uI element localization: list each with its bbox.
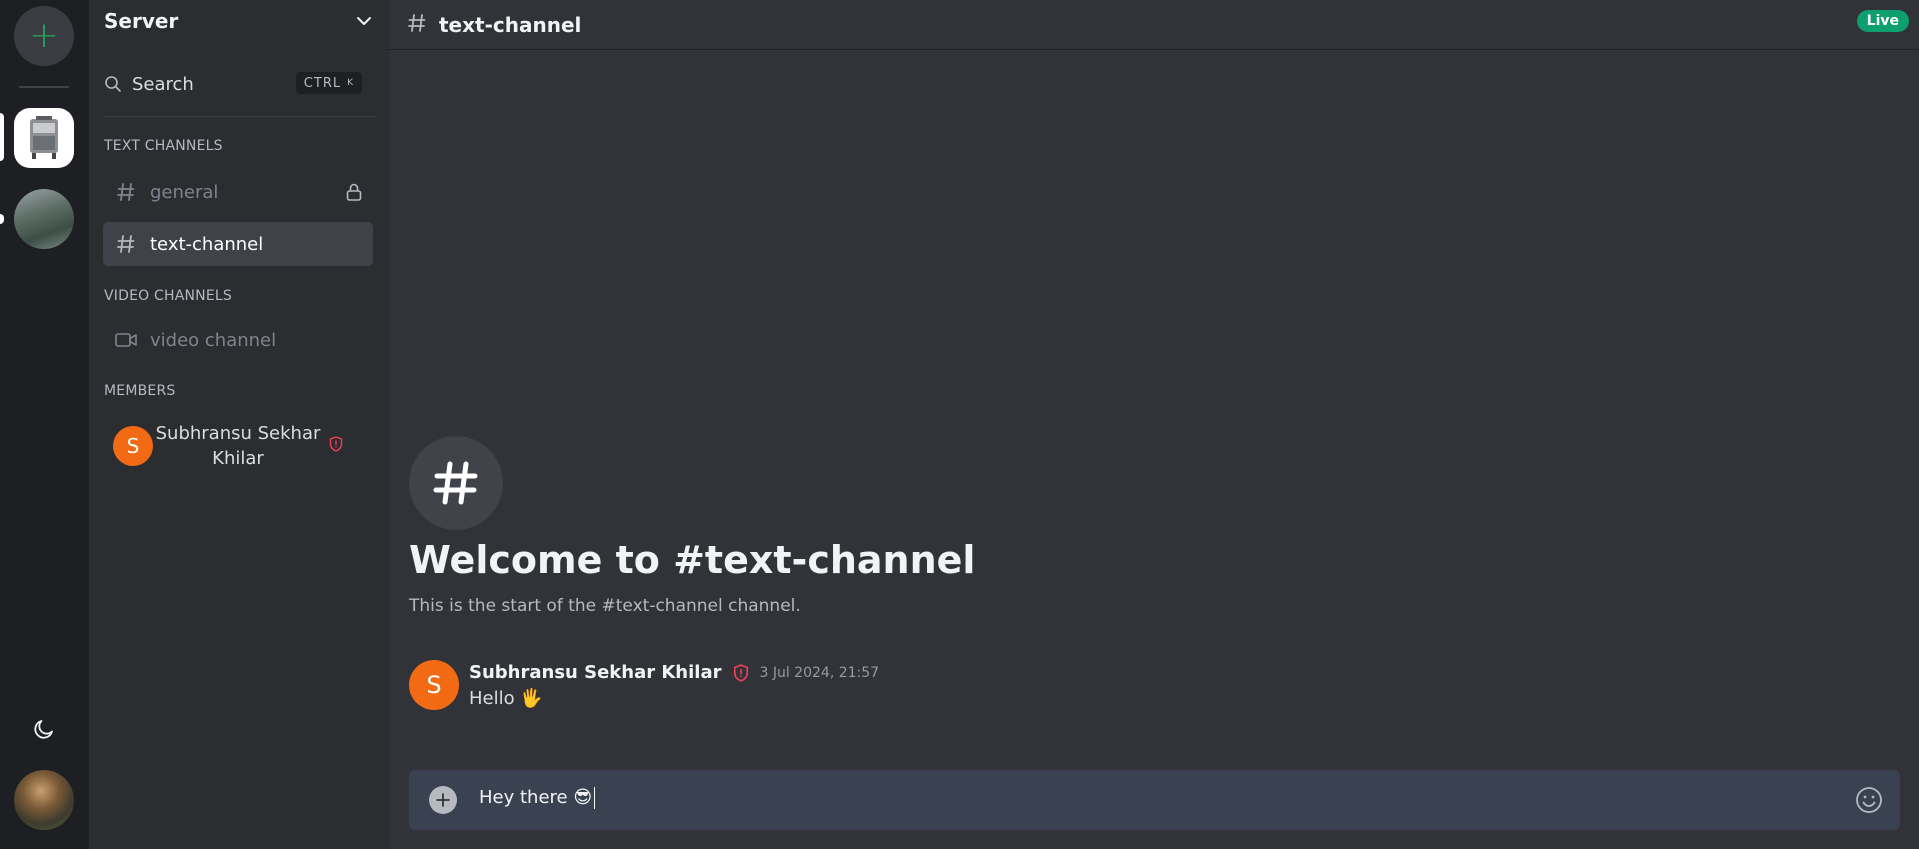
attach-button[interactable] (429, 786, 457, 814)
active-server-indicator (0, 113, 4, 161)
message-composer[interactable]: Hey there 😎 (409, 770, 1900, 830)
welcome-subtitle: This is the start of the #text-channel c… (409, 596, 801, 616)
server-rail: + (0, 0, 89, 849)
channel-item-general[interactable]: general (103, 170, 373, 214)
add-server-button[interactable]: + (14, 6, 74, 66)
channel-title: text-channel (439, 12, 582, 37)
lock-icon (345, 182, 363, 207)
emoji-button[interactable] (1854, 785, 1884, 815)
channel-label: video channel (150, 329, 277, 351)
member-item[interactable]: S Subhransu Sekhar Khilar (103, 418, 373, 474)
channel-topbar: text-channel Live (389, 0, 1919, 50)
search-divider (103, 116, 375, 117)
section-text-channels: TEXT CHANNELS (104, 138, 223, 154)
unread-server-indicator (0, 214, 4, 224)
app-window: + Server Search CTRL K TEXT CHANNELS gen… (0, 0, 1919, 849)
message-timestamp: 3 Jul 2024, 21:57 (759, 664, 880, 681)
search-icon (105, 76, 121, 92)
theme-toggle-button[interactable] (27, 712, 61, 746)
message-author[interactable]: Subhransu Sekhar Khilar (469, 662, 721, 683)
search-shortcut: CTRL K (295, 72, 362, 94)
server-name: Server (104, 9, 179, 33)
chat-area: text-channel Live Welcome to #text-chann… (389, 0, 1919, 849)
section-members: MEMBERS (104, 383, 176, 399)
member-name: Subhransu Sekhar Khilar (155, 423, 321, 469)
server-icon-photo[interactable] (14, 189, 74, 249)
member-avatar: S (113, 426, 153, 466)
moon-icon (34, 720, 53, 739)
welcome-hash-icon (409, 436, 503, 530)
server-icon-active[interactable] (14, 108, 74, 168)
channel-sidebar: Server Search CTRL K TEXT CHANNELS gener… (89, 0, 389, 849)
live-status-badge: Live (1856, 10, 1909, 32)
message-avatar[interactable]: S (409, 660, 459, 710)
search-label: Search (132, 73, 194, 95)
hash-icon (115, 233, 137, 255)
shield-alert-icon (329, 436, 343, 456)
search-button[interactable]: Search CTRL K (104, 68, 366, 100)
hash-icon (407, 13, 427, 37)
shortcut-modifier: CTRL (303, 75, 342, 91)
message-input[interactable]: Hey there 😎 (479, 787, 596, 809)
welcome-title: Welcome to #text-channel (409, 538, 976, 582)
user-avatar[interactable] (14, 770, 74, 830)
smiley-icon (1856, 787, 1882, 813)
channel-label: text-channel (150, 233, 264, 255)
rail-separator (19, 86, 69, 88)
hash-icon (115, 181, 137, 203)
message-text: Hello 🖐 (469, 688, 543, 709)
video-camera-icon (115, 329, 137, 351)
text-caret (594, 787, 596, 809)
channel-label: general (150, 181, 219, 203)
message-header: Subhransu Sekhar Khilar 3 Jul 2024, 21:5… (469, 662, 879, 683)
chevron-down-icon (357, 17, 371, 25)
server-image-icon (30, 116, 58, 159)
shield-alert-icon (733, 663, 749, 682)
message-item[interactable]: S Subhransu Sekhar Khilar 3 Jul 2024, 21… (409, 660, 1309, 712)
channel-item-video-channel[interactable]: video channel (103, 318, 373, 362)
server-header[interactable]: Server (89, 0, 389, 42)
section-video-channels: VIDEO CHANNELS (104, 288, 232, 304)
shortcut-key: K (347, 78, 354, 88)
message-input-value: Hey there 😎 (479, 787, 593, 808)
channel-item-text-channel[interactable]: text-channel (103, 222, 373, 266)
plus-icon: + (28, 15, 60, 56)
plus-icon (436, 793, 450, 807)
